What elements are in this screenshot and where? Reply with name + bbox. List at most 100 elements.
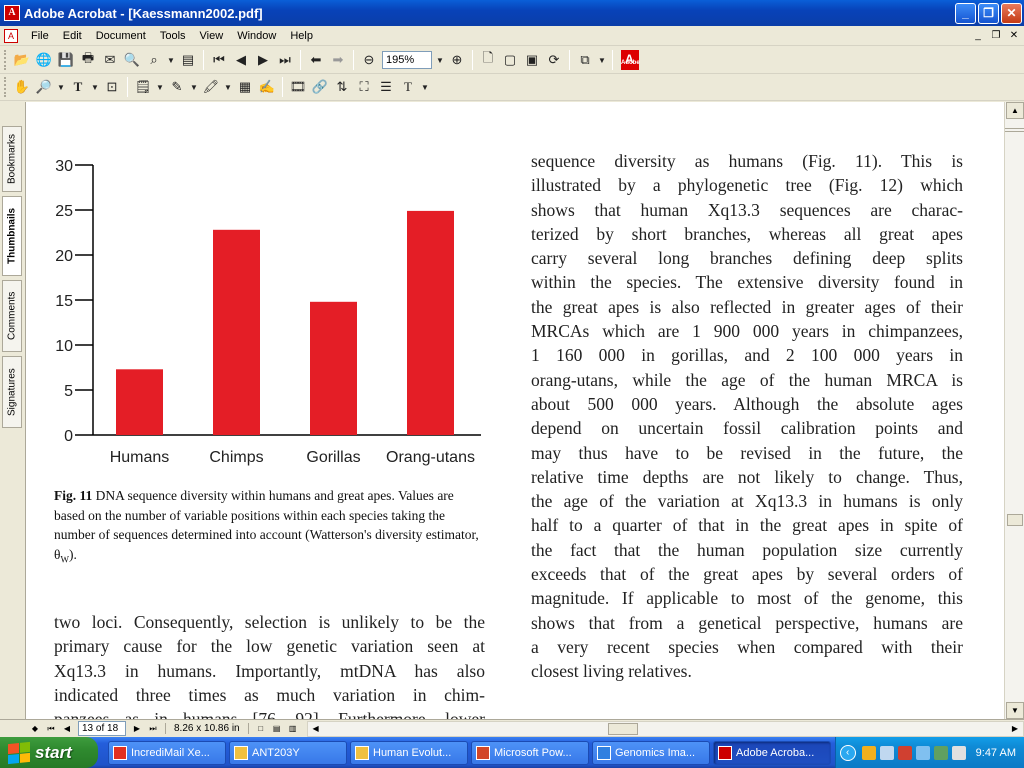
scroll-left-icon[interactable]: ◀: [309, 722, 323, 736]
save-icon[interactable]: 💾: [56, 50, 76, 70]
display-icon[interactable]: [915, 745, 930, 760]
restore-button[interactable]: ❐: [978, 2, 999, 24]
last-page-icon[interactable]: ⏭: [146, 722, 160, 736]
hand-tool-icon[interactable]: ✋: [12, 77, 32, 97]
zoom-input[interactable]: 195%: [382, 51, 432, 69]
doc-restore-button[interactable]: ❐: [988, 29, 1004, 43]
email-icon[interactable]: ✉: [100, 50, 120, 70]
taskbar-item[interactable]: Adobe Acroba...: [713, 740, 831, 765]
sign-tool-icon[interactable]: ✍: [257, 77, 277, 97]
pencil-tool-icon[interactable]: ✎: [167, 77, 187, 97]
search-icon[interactable]: [951, 745, 966, 760]
facing-icon[interactable]: ▥: [286, 722, 300, 736]
text-select-icon[interactable]: T: [68, 77, 88, 97]
menu-edit[interactable]: Edit: [56, 30, 89, 42]
dropdown-arrow-icon[interactable]: ▼: [56, 77, 66, 97]
tab-thumbnails[interactable]: Thumbnails: [2, 196, 22, 276]
single-page-icon[interactable]: □: [254, 722, 268, 736]
doc-close-button[interactable]: ✕: [1006, 29, 1022, 43]
find-icon[interactable]: ⌕: [144, 50, 164, 70]
layout-dropdown-icon[interactable]: ▼: [597, 50, 607, 70]
movie-tool-icon[interactable]: 🎞: [288, 77, 308, 97]
toolbar-grip[interactable]: [4, 77, 7, 97]
adobe-logo-icon[interactable]: Adobe: [621, 46, 640, 72]
start-button[interactable]: start: [0, 737, 98, 768]
dropdown-arrow-icon[interactable]: ▼: [223, 77, 233, 97]
hscroll-thumb[interactable]: [608, 722, 639, 735]
navigation-pane-icon[interactable]: ▤: [178, 50, 198, 70]
next-page-icon[interactable]: ▶: [253, 50, 273, 70]
close-button[interactable]: ✕: [1001, 2, 1022, 24]
highlight-tool-icon[interactable]: 🖍: [201, 77, 221, 97]
menu-window[interactable]: Window: [230, 30, 283, 42]
menu-document[interactable]: Document: [89, 30, 153, 42]
dropdown-arrow-icon[interactable]: ▼: [420, 77, 430, 97]
taskbar-item[interactable]: Microsoft Pow...: [471, 740, 589, 765]
fit-width-icon[interactable]: ▣: [522, 50, 542, 70]
page-layout-icon[interactable]: ⧉: [575, 50, 595, 70]
dropdown-arrow-icon[interactable]: ▼: [155, 77, 165, 97]
tab-signatures[interactable]: Signatures: [2, 356, 22, 428]
menu-view[interactable]: View: [193, 30, 231, 42]
messenger-icon[interactable]: [861, 745, 876, 760]
scroll-right-icon[interactable]: ▶: [1008, 722, 1022, 736]
dropdown-arrow-icon[interactable]: ▼: [189, 77, 199, 97]
next-page-icon[interactable]: ▶: [130, 722, 144, 736]
last-page-icon[interactable]: ⏭: [275, 50, 295, 70]
search-icon[interactable]: 🔍: [122, 50, 142, 70]
go-forward-icon[interactable]: ➡: [328, 50, 348, 70]
taskbar-item[interactable]: IncrediMail Xe...: [108, 740, 226, 765]
clock[interactable]: 9:47 AM: [976, 747, 1016, 759]
taskbar-item[interactable]: Human Evolut...: [350, 740, 468, 765]
document-icon[interactable]: A: [4, 28, 18, 43]
taskbar-item[interactable]: Genomics Ima...: [592, 740, 710, 765]
users-icon[interactable]: [933, 745, 948, 760]
security-icon[interactable]: [897, 745, 912, 760]
document-view[interactable]: 0 5 10 15 20 25 30 Humans Chimps Gorillas Orang-ut…: [26, 102, 1004, 719]
menu-tools[interactable]: Tools: [153, 30, 193, 42]
scroll-down-icon[interactable]: ▼: [1006, 702, 1024, 719]
split-handle[interactable]: [1005, 128, 1024, 132]
rotate-icon[interactable]: ⟳: [544, 50, 564, 70]
first-page-icon[interactable]: ⏮: [44, 722, 58, 736]
touchup-text-icon[interactable]: T: [398, 77, 418, 97]
web-icon[interactable]: 🌐: [34, 50, 54, 70]
tray-expand-icon[interactable]: ‹: [839, 744, 856, 761]
toolbar-grip[interactable]: [4, 50, 7, 70]
zoom-out-icon[interactable]: ⊖: [359, 50, 379, 70]
dropdown-arrow-icon[interactable]: ▼: [166, 50, 176, 70]
first-page-icon[interactable]: ⏮: [209, 50, 229, 70]
network-icon[interactable]: [879, 745, 894, 760]
split-icon[interactable]: ◆: [28, 722, 42, 736]
zoom-in-icon[interactable]: ⊕: [447, 50, 467, 70]
go-back-icon[interactable]: ⬅: [306, 50, 326, 70]
previous-page-icon[interactable]: ◀: [231, 50, 251, 70]
scroll-up-icon[interactable]: ▲: [1006, 102, 1024, 119]
scroll-thumb[interactable]: [1007, 514, 1023, 526]
horizontal-scrollbar[interactable]: ◀ ▶: [306, 720, 1024, 737]
fit-page-icon[interactable]: ▢: [500, 50, 520, 70]
page-number-input[interactable]: 13 of 18: [78, 721, 126, 736]
tab-bookmarks[interactable]: Bookmarks: [2, 126, 22, 192]
snapshot-icon[interactable]: ⊡: [102, 77, 122, 97]
menu-file[interactable]: File: [24, 30, 56, 42]
previous-page-icon[interactable]: ◀: [60, 722, 74, 736]
crop-tool-icon[interactable]: ⛶: [354, 77, 374, 97]
open-icon[interactable]: 📂: [12, 50, 32, 70]
minimize-button[interactable]: _: [955, 2, 976, 24]
link-tool-icon[interactable]: 🔗: [310, 77, 330, 97]
menu-help[interactable]: Help: [283, 30, 320, 42]
dropdown-arrow-icon[interactable]: ▼: [90, 77, 100, 97]
article-tool-icon[interactable]: ⇅: [332, 77, 352, 97]
stamp-tool-icon[interactable]: ▦: [235, 77, 255, 97]
continuous-icon[interactable]: ▤: [270, 722, 284, 736]
doc-minimize-button[interactable]: _: [970, 29, 986, 43]
tab-comments[interactable]: Comments: [2, 280, 22, 352]
zoom-dropdown-icon[interactable]: ▼: [435, 50, 445, 70]
note-tool-icon[interactable]: 🗒: [133, 77, 153, 97]
zoom-tool-icon[interactable]: 🔎: [34, 77, 54, 97]
form-tool-icon[interactable]: ☰: [376, 77, 396, 97]
taskbar-item[interactable]: ANT203Y: [229, 740, 347, 765]
vertical-scrollbar[interactable]: ▲ ▼: [1004, 102, 1024, 719]
actual-size-icon[interactable]: 🗋: [478, 50, 498, 70]
